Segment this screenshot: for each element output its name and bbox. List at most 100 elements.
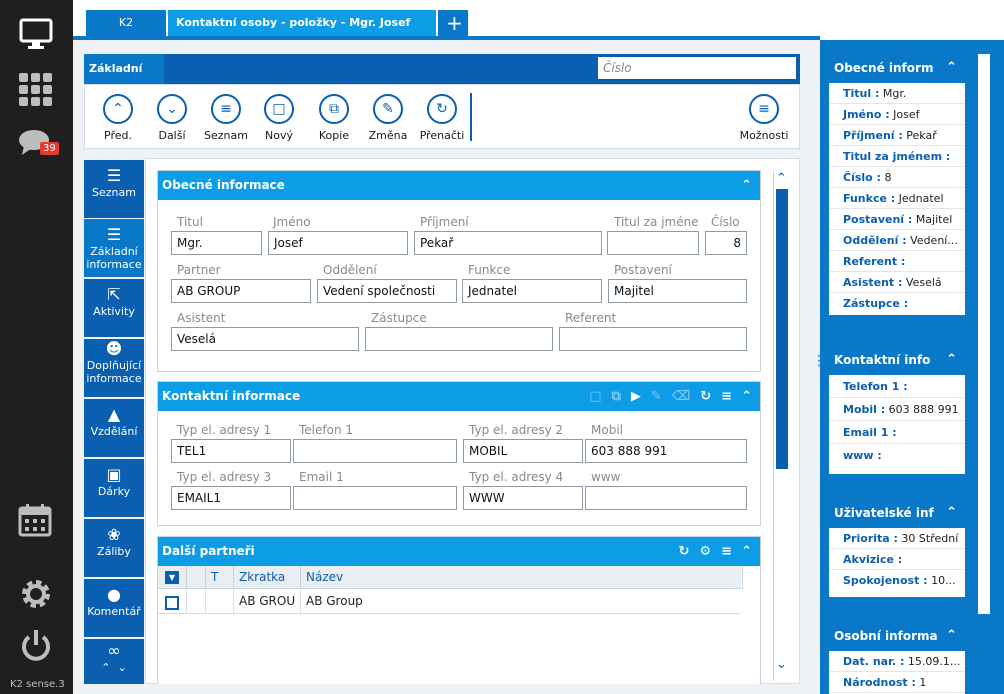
collapse-icon[interactable]: ⌃ — [946, 53, 957, 83]
calendar-icon[interactable] — [18, 503, 52, 540]
scroll-down-icon[interactable]: ⌄ — [776, 657, 787, 672]
row-checkbox[interactable] — [165, 596, 179, 610]
jmeno-field[interactable]: Josef — [268, 231, 408, 255]
new-icon[interactable]: □ — [589, 382, 601, 411]
options-button[interactable]: ≡ Možnosti — [736, 94, 792, 142]
play-icon[interactable]: ▶ — [631, 382, 641, 411]
scrollbar-thumb[interactable] — [776, 189, 788, 469]
apps-grid-icon[interactable] — [18, 72, 54, 111]
partner-field[interactable]: AB GROUP — [171, 279, 311, 303]
collapse-icon[interactable]: ⌃ — [741, 382, 752, 411]
summary-value: Mgr. — [882, 87, 907, 100]
typ3-label: Typ el. adresy 3 — [177, 470, 272, 484]
oddeleni-field[interactable]: Vedení společnosti — [317, 279, 457, 303]
copy-button[interactable]: ⧉ Kopie — [308, 94, 360, 142]
summary-value: 15.09.1... — [907, 655, 961, 668]
summary-value: Veselá — [905, 276, 942, 289]
titul-za-field[interactable] — [607, 231, 699, 255]
menu-icon[interactable]: ≡ — [721, 537, 732, 566]
prijmeni-label: Příjmení — [420, 215, 469, 229]
sidenav-activities[interactable]: ⇱ Aktivity — [84, 279, 144, 337]
prijmeni-field[interactable]: Pekař — [414, 231, 602, 255]
sidenav-hobbies[interactable]: ❀ Záliby — [84, 519, 144, 577]
new-tab-button[interactable]: + — [438, 10, 468, 36]
collapse-icon[interactable]: ⌃ — [946, 621, 957, 651]
summary-row: Oddělení : Vedení... — [829, 230, 965, 251]
summary-user-header[interactable]: Uživatelské inf ⌃ — [829, 498, 965, 528]
summary-personal-header[interactable]: Osobní informa ⌃ — [829, 621, 965, 651]
col-zkratka-header[interactable]: Zkratka — [239, 570, 287, 584]
telefon1-field[interactable] — [293, 439, 457, 463]
summary-scrollbar-thumb[interactable] — [978, 54, 990, 614]
typ2-field[interactable]: MOBIL — [463, 439, 583, 463]
col-t-header[interactable]: T — [211, 570, 218, 584]
sidenav-additional-info[interactable]: ☻ Doplňující informace — [84, 339, 144, 397]
collapse-icon[interactable]: ⌃ — [741, 537, 752, 566]
column-divider — [300, 590, 301, 614]
referent-field[interactable] — [559, 327, 747, 351]
sidenav-scroll-down-icon[interactable]: ⌄ — [118, 661, 127, 674]
edit-button[interactable]: ✎ Změna — [362, 94, 414, 142]
general-info-header[interactable]: Obecné informace ⌃ — [158, 171, 760, 200]
sidenav-education[interactable]: ▲ Vzdělání — [84, 399, 144, 457]
titul-field[interactable]: Mgr. — [171, 231, 262, 255]
summary-key: Příjmení : — [843, 129, 903, 142]
refresh-icon[interactable]: ↻ — [679, 537, 690, 566]
collapse-icon[interactable]: ⌃ — [946, 345, 957, 375]
desktop-icon[interactable] — [19, 18, 53, 53]
sidenav-list-label: Seznam — [92, 186, 136, 199]
typ4-field[interactable]: WWW — [463, 486, 583, 510]
summary-general-header[interactable]: Obecné inform ⌃ — [829, 53, 965, 83]
email1-field[interactable] — [293, 486, 457, 510]
menu-icon: ≡ — [749, 94, 779, 124]
summary-row: Mobil : 603 888 991 — [829, 398, 965, 421]
typ1-field[interactable]: TEL1 — [171, 439, 291, 463]
content-scrollbar[interactable]: ⌃ ⌄ — [773, 171, 789, 681]
funkce-field[interactable]: Jednatel — [462, 279, 602, 303]
menu-icon[interactable]: ≡ — [721, 382, 732, 411]
summary-contact-header[interactable]: Kontaktní info ⌃ — [829, 345, 965, 375]
next-button[interactable]: ⌄ Další — [146, 94, 198, 142]
postaveni-field[interactable]: Majitel — [608, 279, 747, 303]
settings-gear-icon[interactable] — [18, 576, 54, 615]
summary-row: Číslo : 8 — [829, 167, 965, 188]
tab-k2[interactable]: K2 — [86, 10, 166, 36]
www-field[interactable] — [585, 486, 747, 510]
sidenav-comment[interactable]: ● Komentář — [84, 579, 144, 637]
panel-resize-handle[interactable]: ⋮ — [812, 354, 826, 368]
asistent-field[interactable]: Veselá — [171, 327, 359, 351]
cislo-field[interactable]: 8 — [705, 231, 747, 255]
number-search-input[interactable]: Číslo — [598, 57, 796, 79]
pencil-icon[interactable]: ✎ — [651, 382, 662, 411]
sidenav-hobbies-label: Záliby — [97, 545, 131, 558]
sidenav-gifts[interactable]: ▣ Dárky — [84, 459, 144, 517]
power-icon[interactable] — [18, 628, 54, 667]
new-button[interactable]: □ Nový — [253, 94, 305, 142]
tab-contact-person[interactable]: Kontaktní osoby - položky - Mgr. Josef P… — [168, 10, 436, 55]
sidenav-basic-info[interactable]: ☰ Základní informace — [84, 219, 144, 277]
copy-icon[interactable]: ⧉ — [612, 382, 621, 411]
sidenav-list[interactable]: ☰ Seznam — [84, 160, 144, 218]
scroll-up-icon[interactable]: ⌃ — [776, 171, 787, 186]
prev-button[interactable]: ⌃ Před. — [92, 94, 144, 142]
sidenav-scroll-up-icon[interactable]: ⌃ — [101, 661, 110, 674]
typ3-field[interactable]: EMAIL1 — [171, 486, 291, 510]
contact-info-header[interactable]: Kontaktní informace □ ⧉ ▶ ✎ ⌫ ↻ ≡ ⌃ — [158, 382, 760, 411]
gear-icon[interactable]: ⚙ — [699, 537, 711, 566]
summary-key: Akvizice : — [843, 553, 903, 566]
delete-icon[interactable]: ⌫ — [672, 382, 690, 411]
collapse-icon[interactable]: ⌃ — [741, 171, 752, 200]
mobil-field[interactable]: 603 888 991 — [585, 439, 747, 463]
list-button[interactable]: ≡ Seznam — [200, 94, 252, 142]
reload-button[interactable]: ↻ Přenačti — [416, 94, 468, 142]
summary-key: Zástupce : — [843, 297, 909, 310]
partners-header[interactable]: Další partneři ↻ ⚙ ≡ ⌃ — [158, 537, 760, 566]
collapse-icon[interactable]: ⌃ — [946, 498, 957, 528]
refresh-icon[interactable]: ↻ — [700, 382, 711, 411]
summary-general: Obecné inform ⌃ Titul : Mgr. Jméno : Jose… — [829, 53, 965, 315]
col-nazev-header[interactable]: Název — [306, 570, 343, 584]
table-row[interactable]: AB GROU AB Group — [158, 590, 741, 614]
sidenav-more[interactable]: ∞ ⌃ ⌄ — [84, 639, 144, 684]
select-all-dropdown[interactable]: ▼ — [165, 571, 179, 584]
zastupce-field[interactable] — [365, 327, 553, 351]
